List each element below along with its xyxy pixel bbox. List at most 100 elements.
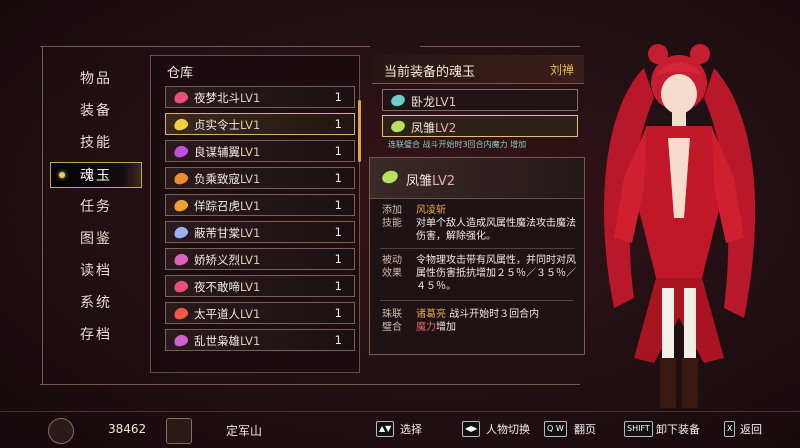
warehouse-item-level: LV1 [240, 280, 261, 294]
menu-item-equipment[interactable]: 装备 [50, 98, 142, 124]
character-name: 刘禅 [549, 63, 574, 77]
warehouse-item-name: 乱世枭雄 [194, 334, 240, 348]
equipped-slot-1[interactable]: 卧龙LV1 [382, 89, 578, 111]
warehouse-item-count: 1 [334, 225, 342, 239]
warehouse-item-count: 1 [334, 144, 342, 158]
detail-level: LV2 [432, 174, 455, 189]
soul-jade-gem-icon [172, 170, 190, 187]
passive-description: 令物理攻击带有风属性，并同时对风属性伤害抵抗增加２５％／３５％／４５％。 [416, 255, 576, 292]
soul-jade-gem-icon [172, 116, 190, 133]
key-updown-icon: ▲▼ [376, 421, 395, 437]
equipped-slot-2[interactable]: 凤雏LV2 [382, 115, 578, 137]
equipped-item-label: 凤雏LV2 [411, 119, 456, 136]
warehouse-item-name: 娇矫义烈 [194, 253, 240, 267]
control-page[interactable]: 翻页 [574, 421, 596, 437]
key-qw-icon: Q W [544, 421, 567, 437]
combo-text: 战斗开始时３回合内 [449, 309, 540, 320]
frame-line-bottom [40, 384, 580, 385]
map-icon [166, 418, 192, 444]
menu-item-save[interactable]: 存档 [50, 322, 142, 348]
warehouse-item-label: 娇矫义烈LV1 [194, 252, 260, 268]
menu-item-codex[interactable]: 图鉴 [50, 226, 142, 252]
control-unequip[interactable]: 卸下装备 [656, 421, 700, 437]
warehouse-item-name: 夜不敢啼 [194, 280, 240, 294]
warehouse-item[interactable]: 佯踪召虎LV1 1 [165, 194, 355, 216]
warehouse-item-name: 良谋辅翼 [194, 145, 240, 159]
active-indicator-icon [59, 172, 65, 178]
detail-title: 凤雏LV2 [406, 170, 455, 189]
key-shift-icon: SHIFT [624, 421, 653, 437]
warehouse-item-level: LV1 [240, 118, 261, 132]
menu-item-soul-jade[interactable]: 魂玉 [50, 162, 142, 188]
warehouse-item-count: 1 [334, 198, 342, 212]
control-select[interactable]: 选择 [400, 421, 422, 437]
warehouse-item[interactable]: 贞实令士LV1 1 [165, 113, 355, 135]
soul-jade-gem-icon [172, 305, 190, 322]
warehouse-item-label: 蔽芾甘棠LV1 [194, 225, 260, 241]
soul-jade-gem-icon [172, 278, 190, 295]
control-switch-character[interactable]: 人物切换 [486, 421, 530, 437]
divider [380, 300, 574, 301]
passive-label: 被动效果 [382, 255, 402, 279]
frame-line-top-left [40, 46, 370, 47]
key-leftright-icon: ◀▶ [462, 421, 481, 437]
warehouse-item-count: 1 [334, 333, 342, 347]
warehouse-item-level: LV1 [240, 91, 261, 105]
detail-header: 凤雏LV2 [370, 158, 584, 199]
combo-description: 诸葛亮 战斗开始时３回合内 魔力增加 [416, 308, 576, 334]
warehouse-item[interactable]: 乱世枭雄LV1 1 [165, 329, 355, 351]
warehouse-item-level: LV1 [240, 172, 261, 186]
soul-jade-gem-icon [172, 332, 190, 349]
equipped-item-level: LV2 [435, 121, 457, 135]
menu-item-items[interactable]: 物品 [50, 66, 142, 92]
warehouse-item-name: 太平道人 [194, 307, 240, 321]
warehouse-item-count: 1 [334, 306, 342, 320]
combo-partner: 诸葛亮 [416, 309, 446, 320]
combo-hint: 连联璧合 战斗开始时3回合内魔力 增加 [388, 140, 527, 149]
frame-line-top-right [420, 46, 580, 47]
warehouse-item-label: 夜不敢啼LV1 [194, 279, 260, 295]
soul-jade-gem-icon [172, 224, 190, 241]
detail-panel: 凤雏LV2 添加技能 风凌斩 对单个敌人造成风属性魔法攻击魔法伤害，解除强化。 … [369, 157, 585, 355]
warehouse-item-count: 1 [334, 279, 342, 293]
warehouse-item-level: LV1 [240, 226, 261, 240]
location-name: 定军山 [226, 424, 263, 438]
warehouse-item-label: 良谋辅翼LV1 [194, 144, 260, 160]
equipped-item-name: 凤雏 [411, 121, 436, 135]
warehouse-item-count: 1 [334, 117, 342, 131]
menu-item-quests[interactable]: 任务 [50, 194, 142, 220]
key-x-icon: X [724, 421, 736, 437]
soul-jade-gem-icon [172, 89, 190, 106]
warehouse-item-level: LV1 [240, 334, 261, 348]
menu-item-load[interactable]: 读档 [50, 258, 142, 284]
warehouse-item[interactable]: 太平道人LV1 1 [165, 302, 355, 324]
equipped-panel: 当前装备的魂玉 刘禅 卧龙LV1 凤雏LV2 连联璧合 战斗开始时3回合内魔力 … [372, 55, 584, 155]
warehouse-item-count: 1 [334, 90, 342, 104]
warehouse-item-label: 夜梦北斗LV1 [194, 90, 260, 106]
warehouse-item[interactable]: 蔽芾甘棠LV1 1 [165, 221, 355, 243]
combo-text-end: 增加 [436, 322, 456, 333]
warehouse-scrollbar[interactable] [358, 100, 361, 162]
skill-name: 风凌斩 [416, 205, 446, 216]
control-back[interactable]: 返回 [740, 421, 762, 437]
equipped-item-level: LV1 [435, 95, 457, 109]
warehouse-item[interactable]: 娇矫义烈LV1 1 [165, 248, 355, 270]
skill-label: 添加技能 [382, 205, 402, 229]
soul-jade-gem-icon [389, 92, 407, 109]
warehouse-item[interactable]: 负乘致寇LV1 1 [165, 167, 355, 189]
warehouse-item-level: LV1 [240, 145, 261, 159]
warehouse-item[interactable]: 良谋辅翼LV1 1 [165, 140, 355, 162]
warehouse-item[interactable]: 夜梦北斗LV1 1 [165, 86, 355, 108]
menu-item-system[interactable]: 系统 [50, 290, 142, 316]
warehouse-item-name: 贞实令士 [194, 118, 240, 132]
soul-jade-gem-icon [389, 118, 407, 135]
soul-jade-gem-icon [172, 197, 190, 214]
divider [380, 248, 574, 249]
warehouse-item-level: LV1 [240, 199, 261, 213]
equipped-item-label: 卧龙LV1 [411, 93, 456, 110]
warehouse-item-name: 佯踪召虎 [194, 199, 240, 213]
warehouse-item-level: LV1 [240, 253, 261, 267]
warehouse-item[interactable]: 夜不敢啼LV1 1 [165, 275, 355, 297]
money-amount: 38462 [108, 422, 147, 436]
menu-item-skills[interactable]: 技能 [50, 130, 142, 156]
